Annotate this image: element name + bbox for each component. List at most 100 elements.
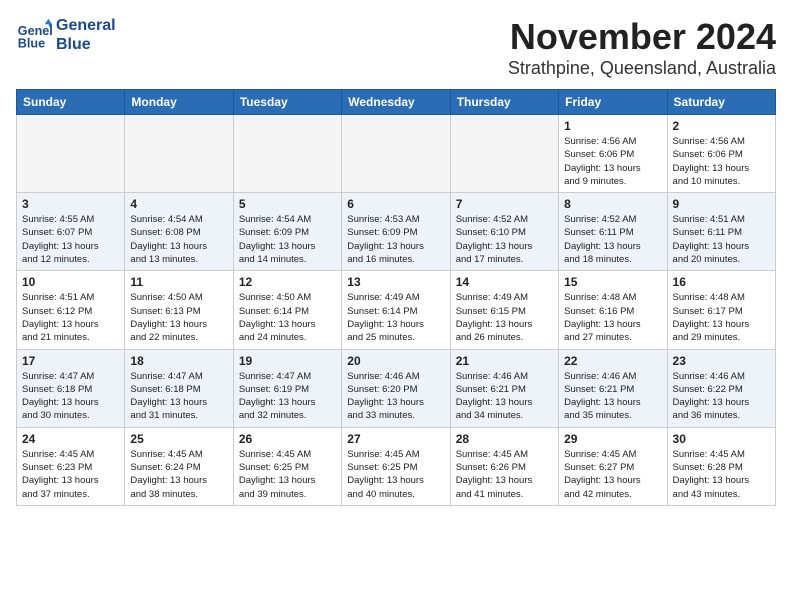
calendar-week-1: 1Sunrise: 4:56 AM Sunset: 6:06 PM Daylig… xyxy=(17,115,776,193)
day-info: Sunrise: 4:48 AM Sunset: 6:16 PM Dayligh… xyxy=(564,291,661,344)
day-number: 2 xyxy=(673,119,770,133)
day-number: 16 xyxy=(673,275,770,289)
day-number: 24 xyxy=(22,432,119,446)
day-info: Sunrise: 4:46 AM Sunset: 6:21 PM Dayligh… xyxy=(456,370,553,423)
month-title: November 2024 xyxy=(508,16,776,58)
day-number: 25 xyxy=(130,432,227,446)
day-info: Sunrise: 4:45 AM Sunset: 6:28 PM Dayligh… xyxy=(673,448,770,501)
day-info: Sunrise: 4:45 AM Sunset: 6:26 PM Dayligh… xyxy=(456,448,553,501)
calendar-cell xyxy=(342,115,450,193)
day-number: 17 xyxy=(22,354,119,368)
day-number: 19 xyxy=(239,354,336,368)
calendar-cell: 23 Sunrise: 4:46 AM Sunset: 6:22 PM Dayli… xyxy=(667,349,775,427)
calendar-cell: 24Sunrise: 4:45 AM Sunset: 6:23 PM Dayli… xyxy=(17,427,125,505)
calendar-header-thursday: Thursday xyxy=(450,90,558,115)
calendar-cell: 17 Sunrise: 4:47 AM Sunset: 6:18 PM Dayli… xyxy=(17,349,125,427)
day-number: 6 xyxy=(347,197,444,211)
calendar-cell: 16Sunrise: 4:48 AM Sunset: 6:17 PM Dayli… xyxy=(667,271,775,349)
day-info: Sunrise: 4:47 AM Sunset: 6:19 PM Dayligh… xyxy=(239,370,336,423)
calendar-cell: 28Sunrise: 4:45 AM Sunset: 6:26 PM Dayli… xyxy=(450,427,558,505)
page-header: General Blue General Blue November 2024 … xyxy=(16,16,776,79)
day-info: Sunrise: 4:56 AM Sunset: 6:06 PM Dayligh… xyxy=(564,135,661,188)
day-info: Sunrise: 4:49 AM Sunset: 6:15 PM Dayligh… xyxy=(456,291,553,344)
calendar-cell: 15 Sunrise: 4:48 AM Sunset: 6:16 PM Dayli… xyxy=(559,271,667,349)
day-number: 8 xyxy=(564,197,661,211)
calendar-week-4: 17 Sunrise: 4:47 AM Sunset: 6:18 PM Dayli… xyxy=(17,349,776,427)
calendar: SundayMondayTuesdayWednesdayThursdayFrid… xyxy=(16,89,776,506)
calendar-cell: 5 Sunrise: 4:54 AM Sunset: 6:09 PM Daylig… xyxy=(233,193,341,271)
calendar-cell: 6 Sunrise: 4:53 AM Sunset: 6:09 PM Daylig… xyxy=(342,193,450,271)
calendar-cell: 22Sunrise: 4:46 AM Sunset: 6:21 PM Dayli… xyxy=(559,349,667,427)
day-number: 10 xyxy=(22,275,119,289)
day-info: Sunrise: 4:52 AM Sunset: 6:10 PM Dayligh… xyxy=(456,213,553,266)
day-info: Sunrise: 4:47 AM Sunset: 6:18 PM Dayligh… xyxy=(130,370,227,423)
day-info: Sunrise: 4:45 AM Sunset: 6:25 PM Dayligh… xyxy=(239,448,336,501)
day-info: Sunrise: 4:47 AM Sunset: 6:18 PM Dayligh… xyxy=(22,370,119,423)
calendar-cell xyxy=(450,115,558,193)
calendar-header-row: SundayMondayTuesdayWednesdayThursdayFrid… xyxy=(17,90,776,115)
day-info: Sunrise: 4:55 AM Sunset: 6:07 PM Dayligh… xyxy=(22,213,119,266)
calendar-cell: 7 Sunrise: 4:52 AM Sunset: 6:10 PM Daylig… xyxy=(450,193,558,271)
day-info: Sunrise: 4:54 AM Sunset: 6:09 PM Dayligh… xyxy=(239,213,336,266)
calendar-cell xyxy=(17,115,125,193)
day-number: 20 xyxy=(347,354,444,368)
day-info: Sunrise: 4:52 AM Sunset: 6:11 PM Dayligh… xyxy=(564,213,661,266)
day-info: Sunrise: 4:54 AM Sunset: 6:08 PM Dayligh… xyxy=(130,213,227,266)
day-info: Sunrise: 4:45 AM Sunset: 6:27 PM Dayligh… xyxy=(564,448,661,501)
calendar-cell xyxy=(125,115,233,193)
calendar-cell: 11Sunrise: 4:50 AM Sunset: 6:13 PM Dayli… xyxy=(125,271,233,349)
day-info: Sunrise: 4:46 AM Sunset: 6:20 PM Dayligh… xyxy=(347,370,444,423)
day-number: 21 xyxy=(456,354,553,368)
day-info: Sunrise: 4:51 AM Sunset: 6:12 PM Dayligh… xyxy=(22,291,119,344)
day-number: 26 xyxy=(239,432,336,446)
calendar-header-saturday: Saturday xyxy=(667,90,775,115)
calendar-cell xyxy=(233,115,341,193)
day-number: 15 xyxy=(564,275,661,289)
logo-line2: Blue xyxy=(56,35,116,54)
day-info: Sunrise: 4:46 AM Sunset: 6:21 PM Dayligh… xyxy=(564,370,661,423)
day-info: Sunrise: 4:45 AM Sunset: 6:24 PM Dayligh… xyxy=(130,448,227,501)
calendar-cell: 8 Sunrise: 4:52 AM Sunset: 6:11 PM Daylig… xyxy=(559,193,667,271)
calendar-header-sunday: Sunday xyxy=(17,90,125,115)
day-number: 7 xyxy=(456,197,553,211)
calendar-cell: 18 Sunrise: 4:47 AM Sunset: 6:18 PM Dayli… xyxy=(125,349,233,427)
calendar-header-friday: Friday xyxy=(559,90,667,115)
day-info: Sunrise: 4:49 AM Sunset: 6:14 PM Dayligh… xyxy=(347,291,444,344)
day-info: Sunrise: 4:56 AM Sunset: 6:06 PM Dayligh… xyxy=(673,135,770,188)
calendar-week-5: 24Sunrise: 4:45 AM Sunset: 6:23 PM Dayli… xyxy=(17,427,776,505)
calendar-cell: 4 Sunrise: 4:54 AM Sunset: 6:08 PM Daylig… xyxy=(125,193,233,271)
calendar-body: 1Sunrise: 4:56 AM Sunset: 6:06 PM Daylig… xyxy=(17,115,776,506)
day-number: 23 xyxy=(673,354,770,368)
day-info: Sunrise: 4:50 AM Sunset: 6:13 PM Dayligh… xyxy=(130,291,227,344)
day-number: 9 xyxy=(673,197,770,211)
location-title: Strathpine, Queensland, Australia xyxy=(508,58,776,79)
calendar-cell: 30Sunrise: 4:45 AM Sunset: 6:28 PM Dayli… xyxy=(667,427,775,505)
day-number: 3 xyxy=(22,197,119,211)
calendar-cell: 25 Sunrise: 4:45 AM Sunset: 6:24 PM Dayli… xyxy=(125,427,233,505)
day-number: 5 xyxy=(239,197,336,211)
day-number: 13 xyxy=(347,275,444,289)
day-info: Sunrise: 4:46 AM Sunset: 6:22 PM Dayligh… xyxy=(673,370,770,423)
day-info: Sunrise: 4:50 AM Sunset: 6:14 PM Dayligh… xyxy=(239,291,336,344)
calendar-cell: 10 Sunrise: 4:51 AM Sunset: 6:12 PM Dayli… xyxy=(17,271,125,349)
day-number: 4 xyxy=(130,197,227,211)
title-section: November 2024 Strathpine, Queensland, Au… xyxy=(508,16,776,79)
day-info: Sunrise: 4:45 AM Sunset: 6:25 PM Dayligh… xyxy=(347,448,444,501)
calendar-header-monday: Monday xyxy=(125,90,233,115)
calendar-cell: 9 Sunrise: 4:51 AM Sunset: 6:11 PM Daylig… xyxy=(667,193,775,271)
calendar-cell: 21 Sunrise: 4:46 AM Sunset: 6:21 PM Dayli… xyxy=(450,349,558,427)
day-number: 14 xyxy=(456,275,553,289)
calendar-cell: 2 Sunrise: 4:56 AM Sunset: 6:06 PM Daylig… xyxy=(667,115,775,193)
calendar-cell: 13 Sunrise: 4:49 AM Sunset: 6:14 PM Dayli… xyxy=(342,271,450,349)
logo-line1: General xyxy=(56,16,116,35)
calendar-cell: 12 Sunrise: 4:50 AM Sunset: 6:14 PM Dayli… xyxy=(233,271,341,349)
calendar-week-3: 10 Sunrise: 4:51 AM Sunset: 6:12 PM Dayli… xyxy=(17,271,776,349)
day-number: 18 xyxy=(130,354,227,368)
calendar-cell: 29Sunrise: 4:45 AM Sunset: 6:27 PM Dayli… xyxy=(559,427,667,505)
calendar-cell: 14 Sunrise: 4:49 AM Sunset: 6:15 PM Dayli… xyxy=(450,271,558,349)
day-number: 12 xyxy=(239,275,336,289)
day-info: Sunrise: 4:53 AM Sunset: 6:09 PM Dayligh… xyxy=(347,213,444,266)
calendar-cell: 20 Sunrise: 4:46 AM Sunset: 6:20 PM Dayli… xyxy=(342,349,450,427)
svg-text:Blue: Blue xyxy=(18,37,45,51)
day-info: Sunrise: 4:51 AM Sunset: 6:11 PM Dayligh… xyxy=(673,213,770,266)
